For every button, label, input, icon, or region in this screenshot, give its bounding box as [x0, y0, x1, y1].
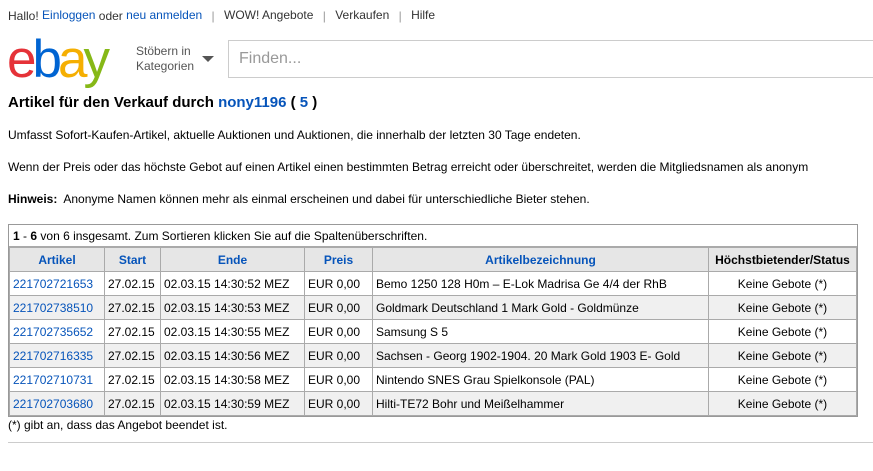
- price-cell: EUR 0,00: [304, 295, 373, 320]
- hint-body: Anonyme Namen können mehr als einmal ers…: [63, 192, 590, 206]
- column-header-end[interactable]: Ende: [160, 247, 305, 272]
- title-cell: Nintendo SNES Grau Spielkonsole (PAL): [372, 367, 709, 392]
- price-cell: EUR 0,00: [304, 367, 373, 392]
- browse-label-line1: Stöbern in: [136, 44, 191, 58]
- ebay-logo[interactable]: ebay: [7, 30, 110, 90]
- price-cell: EUR 0,00: [304, 343, 373, 368]
- or-text: oder: [98, 8, 123, 23]
- status-cell: Keine Gebote (*): [708, 367, 857, 392]
- footnote-text: (*) gibt an, dass das Angebot beendet is…: [8, 418, 228, 432]
- item-id-link[interactable]: 221702710731: [13, 373, 93, 387]
- column-header-price[interactable]: Preis: [304, 247, 373, 272]
- logo-letter-y: y: [83, 30, 109, 89]
- end-cell: 02.03.15 14:30:58 MEZ: [160, 367, 305, 392]
- item-id-link[interactable]: 221702721653: [13, 277, 93, 291]
- title-cell: Sachsen - Georg 1902-1904. 20 Mark Gold …: [372, 343, 709, 368]
- browse-label-line2: Kategorien: [136, 59, 195, 73]
- column-header-item[interactable]: Artikel: [9, 247, 105, 272]
- end-cell: 02.03.15 14:30:52 MEZ: [160, 271, 305, 296]
- item-id-cell: 221702716335: [9, 343, 105, 368]
- column-header-status: Höchstbietender/Status: [708, 247, 857, 272]
- column-header-title[interactable]: Artikelbezeichnung: [372, 247, 709, 272]
- end-cell: 02.03.15 14:30:56 MEZ: [160, 343, 305, 368]
- table-row: 221702735652 27.02.15 02.03.15 14:30:55 …: [9, 319, 857, 344]
- item-id-cell: 221702721653: [9, 271, 105, 296]
- deals-link[interactable]: WOW! Angebote: [224, 8, 313, 22]
- price-cell: EUR 0,00: [304, 271, 373, 296]
- start-cell: 27.02.15: [104, 367, 161, 392]
- seller-link[interactable]: nony1196: [218, 94, 286, 111]
- title-cell: Bemo 1250 128 H0m – E-Lok Madrisa Ge 4/4…: [372, 271, 709, 296]
- start-cell: 27.02.15: [104, 343, 161, 368]
- divider: [8, 442, 873, 443]
- title-open-paren: (: [290, 94, 296, 111]
- end-cell: 02.03.15 14:30:59 MEZ: [160, 391, 305, 416]
- item-id-link[interactable]: 221702703680: [13, 397, 93, 411]
- table-row: 221702703680 27.02.15 02.03.15 14:30:59 …: [9, 391, 857, 416]
- item-id-cell: 221702703680: [9, 391, 105, 416]
- status-cell: Keine Gebote (*): [708, 391, 857, 416]
- item-id-link[interactable]: 221702735652: [13, 325, 93, 339]
- chevron-down-icon: [202, 56, 214, 62]
- start-cell: 27.02.15: [104, 319, 161, 344]
- items-table-container: 1 - 6 von 6 insgesamt. Zum Sortieren kli…: [8, 224, 858, 417]
- item-id-cell: 221702710731: [9, 367, 105, 392]
- item-id-cell: 221702738510: [9, 295, 105, 320]
- item-id-link[interactable]: 221702738510: [13, 301, 93, 315]
- start-cell: 27.02.15: [104, 295, 161, 320]
- caption-rest: von 6 insgesamt. Zum Sortieren klicken S…: [40, 229, 428, 243]
- caption-end: 6: [30, 229, 38, 243]
- logo-letter-b: b: [32, 30, 62, 89]
- top-navigation: Hallo! Einloggen oder neu anmelden | WOW…: [8, 8, 435, 23]
- table-row: 221702721653 27.02.15 02.03.15 14:30:52 …: [9, 271, 857, 296]
- price-cell: EUR 0,00: [304, 391, 373, 416]
- browse-categories-button[interactable]: Stöbern in Kategorien: [136, 44, 214, 74]
- title-cell: Samsung S 5: [372, 319, 709, 344]
- caption-dash: -: [23, 229, 28, 243]
- page-title: Artikel für den Verkauf durch nony1196 (…: [8, 94, 317, 111]
- greeting-text: Hallo!: [8, 8, 39, 23]
- end-cell: 02.03.15 14:30:55 MEZ: [160, 319, 305, 344]
- status-cell: Keine Gebote (*): [708, 295, 857, 320]
- table-row: 221702716335 27.02.15 02.03.15 14:30:56 …: [9, 343, 857, 368]
- start-cell: 27.02.15: [104, 271, 161, 296]
- divider: |: [398, 8, 402, 23]
- table-row: 221702710731 27.02.15 02.03.15 14:30:58 …: [9, 367, 857, 392]
- divider: |: [211, 8, 215, 23]
- status-cell: Keine Gebote (*): [708, 271, 857, 296]
- sell-link[interactable]: Verkaufen: [335, 8, 389, 22]
- logo-letter-e: e: [7, 30, 37, 89]
- end-cell: 02.03.15 14:30:53 MEZ: [160, 295, 305, 320]
- divider: |: [322, 8, 326, 23]
- hint-label: Hinweis:: [8, 192, 58, 206]
- title-prefix: Artikel für den Verkauf durch: [8, 94, 214, 111]
- anonymity-text: Wenn der Preis oder das höchste Gebot au…: [8, 160, 809, 174]
- table-row: 221702738510 27.02.15 02.03.15 14:30:53 …: [9, 295, 857, 320]
- hint-text: Hinweis: Anonyme Namen können mehr als ei…: [8, 192, 590, 206]
- item-id-cell: 221702735652: [9, 319, 105, 344]
- feedback-score-link[interactable]: 5: [300, 94, 308, 111]
- title-cell: Hilti-TE72 Bohr und Meißelhammer: [372, 391, 709, 416]
- search-input[interactable]: [228, 40, 873, 78]
- items-table: Artikel Start Ende Preis Artikelbezeichn…: [9, 247, 857, 416]
- status-cell: Keine Gebote (*): [708, 319, 857, 344]
- caption-start: 1: [13, 229, 20, 243]
- table-header-row: Artikel Start Ende Preis Artikelbezeichn…: [9, 247, 857, 272]
- logo-letter-a: a: [57, 30, 88, 89]
- help-link[interactable]: Hilfe: [411, 8, 435, 22]
- title-cell: Goldmark Deutschland 1 Mark Gold - Goldm…: [372, 295, 709, 320]
- login-link[interactable]: Einloggen: [42, 8, 95, 22]
- column-header-start[interactable]: Start: [104, 247, 161, 272]
- item-id-link[interactable]: 221702716335: [13, 349, 93, 363]
- table-caption: 1 - 6 von 6 insgesamt. Zum Sortieren kli…: [9, 225, 857, 247]
- title-close-paren: ): [312, 94, 318, 111]
- price-cell: EUR 0,00: [304, 319, 373, 344]
- status-cell: Keine Gebote (*): [708, 343, 857, 368]
- info-text: Umfasst Sofort-Kaufen-Artikel, aktuelle …: [8, 128, 581, 142]
- start-cell: 27.02.15: [104, 391, 161, 416]
- register-link[interactable]: neu anmelden: [126, 8, 202, 22]
